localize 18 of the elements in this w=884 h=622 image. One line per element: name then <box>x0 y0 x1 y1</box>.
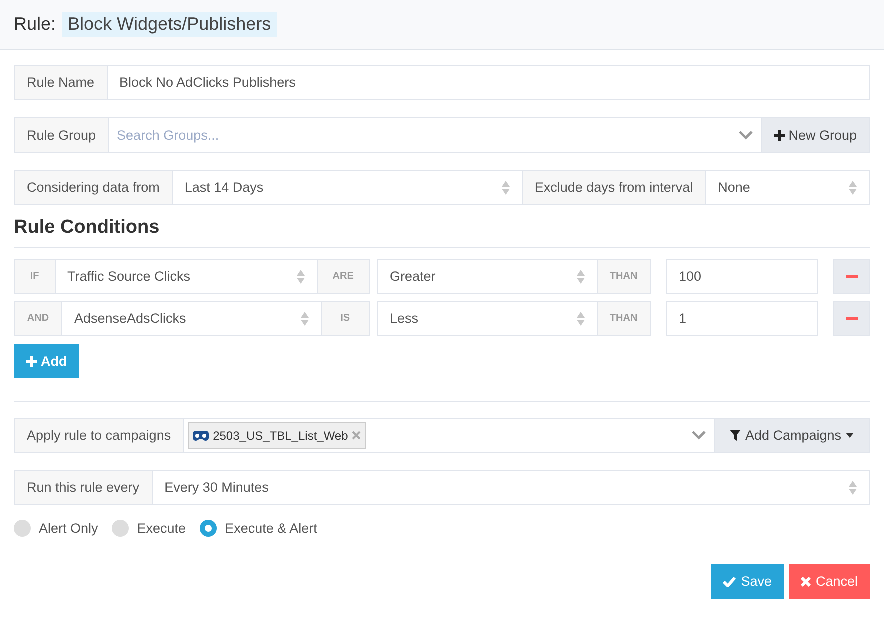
minus-icon <box>846 275 858 278</box>
rule-label: Rule: <box>14 14 56 35</box>
rule-title: Block Widgets/Publishers <box>62 12 278 37</box>
radio-label: Execute <box>137 520 186 536</box>
value-field[interactable]: 1 <box>666 301 818 336</box>
value-field[interactable]: 100 <box>666 259 818 294</box>
radio-button[interactable] <box>112 520 130 536</box>
radio-button[interactable] <box>200 520 218 536</box>
radio-button[interactable] <box>14 520 31 536</box>
section-heading: Rule Conditions <box>14 217 870 248</box>
close-icon <box>800 576 811 586</box>
minus-icon <box>846 317 858 320</box>
radio-label: Alert Only <box>39 520 98 536</box>
radio-label: Execute & Alert <box>225 520 318 536</box>
remove-button[interactable] <box>833 259 870 294</box>
plus-icon <box>26 356 37 366</box>
remove-button[interactable] <box>833 301 870 336</box>
check-icon <box>723 576 736 586</box>
